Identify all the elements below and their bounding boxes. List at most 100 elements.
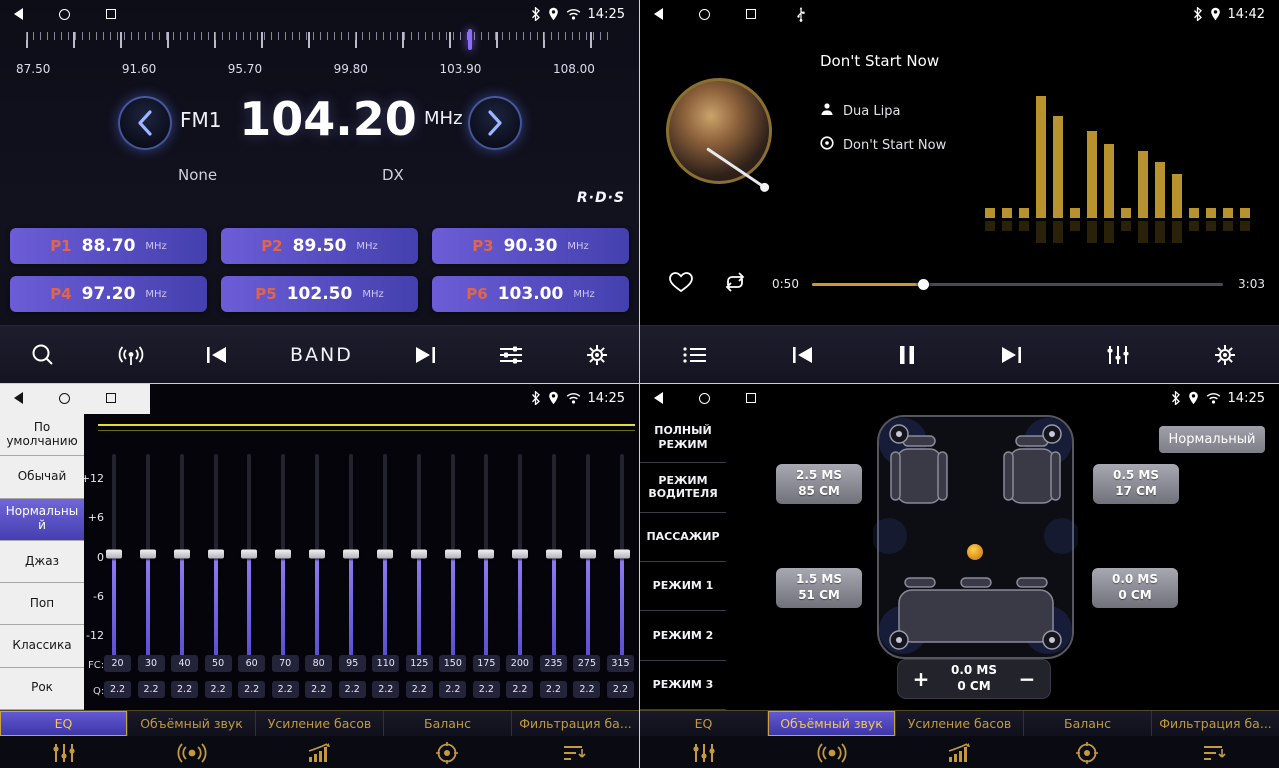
slider-handle[interactable] — [241, 549, 257, 558]
radio-preset-p5[interactable]: P5102.50MHz — [221, 276, 418, 312]
eq-sliders-icon[interactable] — [1106, 344, 1130, 366]
tab-filter-icon[interactable] — [511, 736, 639, 768]
tab-surround-sound-icon[interactable] — [768, 736, 896, 768]
tab-surround-sound-icon[interactable] — [128, 736, 256, 768]
broadcast-antenna-icon[interactable] — [117, 343, 145, 367]
tab-filter[interactable]: Фильтрация ба... — [512, 711, 639, 736]
tab-filter[interactable]: Фильтрация ба... — [1152, 711, 1279, 736]
delay-decrease-button[interactable]: − — [1012, 667, 1042, 691]
surround-mode-item[interactable]: РЕЖИМ 3 — [640, 661, 726, 710]
eq-band-slider[interactable] — [580, 454, 596, 662]
eq-preset-item[interactable]: Поп — [0, 583, 84, 625]
delay-box-rear-right[interactable]: 0.0 MS 0 CM — [1092, 568, 1178, 608]
home-icon[interactable] — [59, 393, 70, 404]
delay-box-front-left[interactable]: 2.5 MS 85 CM — [776, 464, 862, 504]
slider-handle[interactable] — [106, 549, 122, 558]
eq-band-slider[interactable] — [377, 454, 393, 662]
eq-band-slider[interactable] — [445, 454, 461, 662]
radio-preset-p4[interactable]: P497.20MHz — [10, 276, 207, 312]
back-icon[interactable] — [14, 392, 23, 404]
eq-band-slider[interactable] — [343, 454, 359, 662]
tab-eq-icon[interactable] — [0, 736, 128, 768]
tab-filter-icon[interactable] — [1151, 736, 1279, 768]
slider-handle[interactable] — [411, 549, 427, 558]
next-track-icon[interactable] — [999, 345, 1023, 365]
back-icon[interactable] — [654, 8, 663, 20]
eq-preset-item[interactable]: Джаз — [0, 541, 84, 583]
radio-preset-p2[interactable]: P289.50MHz — [221, 228, 418, 264]
settings-gear-icon[interactable] — [1213, 343, 1237, 367]
radio-preset-p6[interactable]: P6103.00MHz — [432, 276, 629, 312]
seek-down-button[interactable] — [118, 96, 172, 150]
surround-mode-item[interactable]: РЕЖИМ 1 — [640, 562, 726, 611]
eq-preset-item[interactable]: Классика — [0, 625, 84, 667]
tab-balance-icon[interactable] — [383, 736, 511, 768]
delay-box-rear-left[interactable]: 1.5 MS 51 CM — [776, 568, 862, 608]
eq-band-slider[interactable] — [478, 454, 494, 662]
home-icon[interactable] — [699, 9, 710, 20]
radio-preset-p1[interactable]: P188.70MHz — [10, 228, 207, 264]
tab-eq-icon[interactable] — [640, 736, 768, 768]
eq-band-slider[interactable] — [309, 454, 325, 662]
recents-icon[interactable] — [746, 393, 756, 403]
surround-mode-item[interactable]: ПОЛНЫЙ РЕЖИМ — [640, 414, 726, 463]
slider-handle[interactable] — [512, 549, 528, 558]
home-icon[interactable] — [699, 393, 710, 404]
search-icon[interactable] — [30, 342, 56, 368]
repeat-icon[interactable] — [722, 272, 748, 296]
slider-handle[interactable] — [343, 549, 359, 558]
tab-eq[interactable]: EQ — [0, 711, 128, 736]
tab-bass-boost[interactable]: Усиление басов — [896, 711, 1024, 736]
album-art[interactable] — [666, 78, 772, 184]
surround-mode-item[interactable]: РЕЖИМ 2 — [640, 611, 726, 660]
slider-handle[interactable] — [580, 549, 596, 558]
sound-profile-button[interactable]: Нормальный — [1159, 426, 1265, 453]
seek-up-button[interactable] — [468, 96, 522, 150]
slider-handle[interactable] — [140, 549, 156, 558]
next-station-icon[interactable] — [413, 345, 437, 365]
previous-station-icon[interactable] — [205, 345, 229, 365]
playlist-icon[interactable] — [682, 345, 708, 365]
settings-gear-icon[interactable] — [585, 343, 609, 367]
slider-handle[interactable] — [309, 549, 325, 558]
slider-handle[interactable] — [546, 549, 562, 558]
eq-band-slider[interactable] — [174, 454, 190, 662]
tab-balance[interactable]: Баланс — [1024, 711, 1152, 736]
eq-band-slider[interactable] — [106, 454, 122, 662]
eq-band-slider[interactable] — [614, 454, 630, 662]
surround-mode-item[interactable]: ПАССАЖИР — [640, 513, 726, 562]
tab-bass-boost[interactable]: Усиление басов — [256, 711, 384, 736]
recents-icon[interactable] — [106, 9, 116, 19]
delay-increase-button[interactable]: + — [906, 667, 936, 691]
radio-preset-p3[interactable]: P390.30MHz — [432, 228, 629, 264]
back-icon[interactable] — [654, 392, 663, 404]
eq-band-slider[interactable] — [512, 454, 528, 662]
progress-knob[interactable] — [918, 279, 929, 290]
slider-handle[interactable] — [445, 549, 461, 558]
home-icon[interactable] — [59, 9, 70, 20]
eq-preset-item[interactable]: Рок — [0, 668, 84, 710]
tab-bass-boost-icon[interactable] — [896, 736, 1024, 768]
surround-mode-item[interactable]: РЕЖИМ ВОДИТЕЛЯ — [640, 463, 726, 512]
slider-handle[interactable] — [208, 549, 224, 558]
eq-band-slider[interactable] — [208, 454, 224, 662]
slider-handle[interactable] — [377, 549, 393, 558]
tab-surround-sound[interactable]: Объёмный звук — [128, 711, 256, 736]
delay-box-front-right[interactable]: 0.5 MS 17 CM — [1093, 464, 1179, 504]
tab-eq[interactable]: EQ — [640, 711, 768, 736]
eq-preset-item[interactable]: Обычай — [0, 456, 84, 498]
recents-icon[interactable] — [746, 9, 756, 19]
favorite-heart-icon[interactable] — [668, 270, 694, 298]
eq-band-slider[interactable] — [546, 454, 562, 662]
pause-icon[interactable] — [898, 344, 916, 366]
eq-band-slider[interactable] — [241, 454, 257, 662]
slider-handle[interactable] — [174, 549, 190, 558]
tab-balance[interactable]: Баланс — [384, 711, 512, 736]
previous-track-icon[interactable] — [791, 345, 815, 365]
slider-handle[interactable] — [478, 549, 494, 558]
band-button[interactable]: BAND — [290, 344, 353, 366]
eq-band-slider[interactable] — [140, 454, 156, 662]
tune-sliders-icon[interactable] — [498, 344, 524, 366]
eq-band-slider[interactable] — [275, 454, 291, 662]
eq-band-slider[interactable] — [411, 454, 427, 662]
